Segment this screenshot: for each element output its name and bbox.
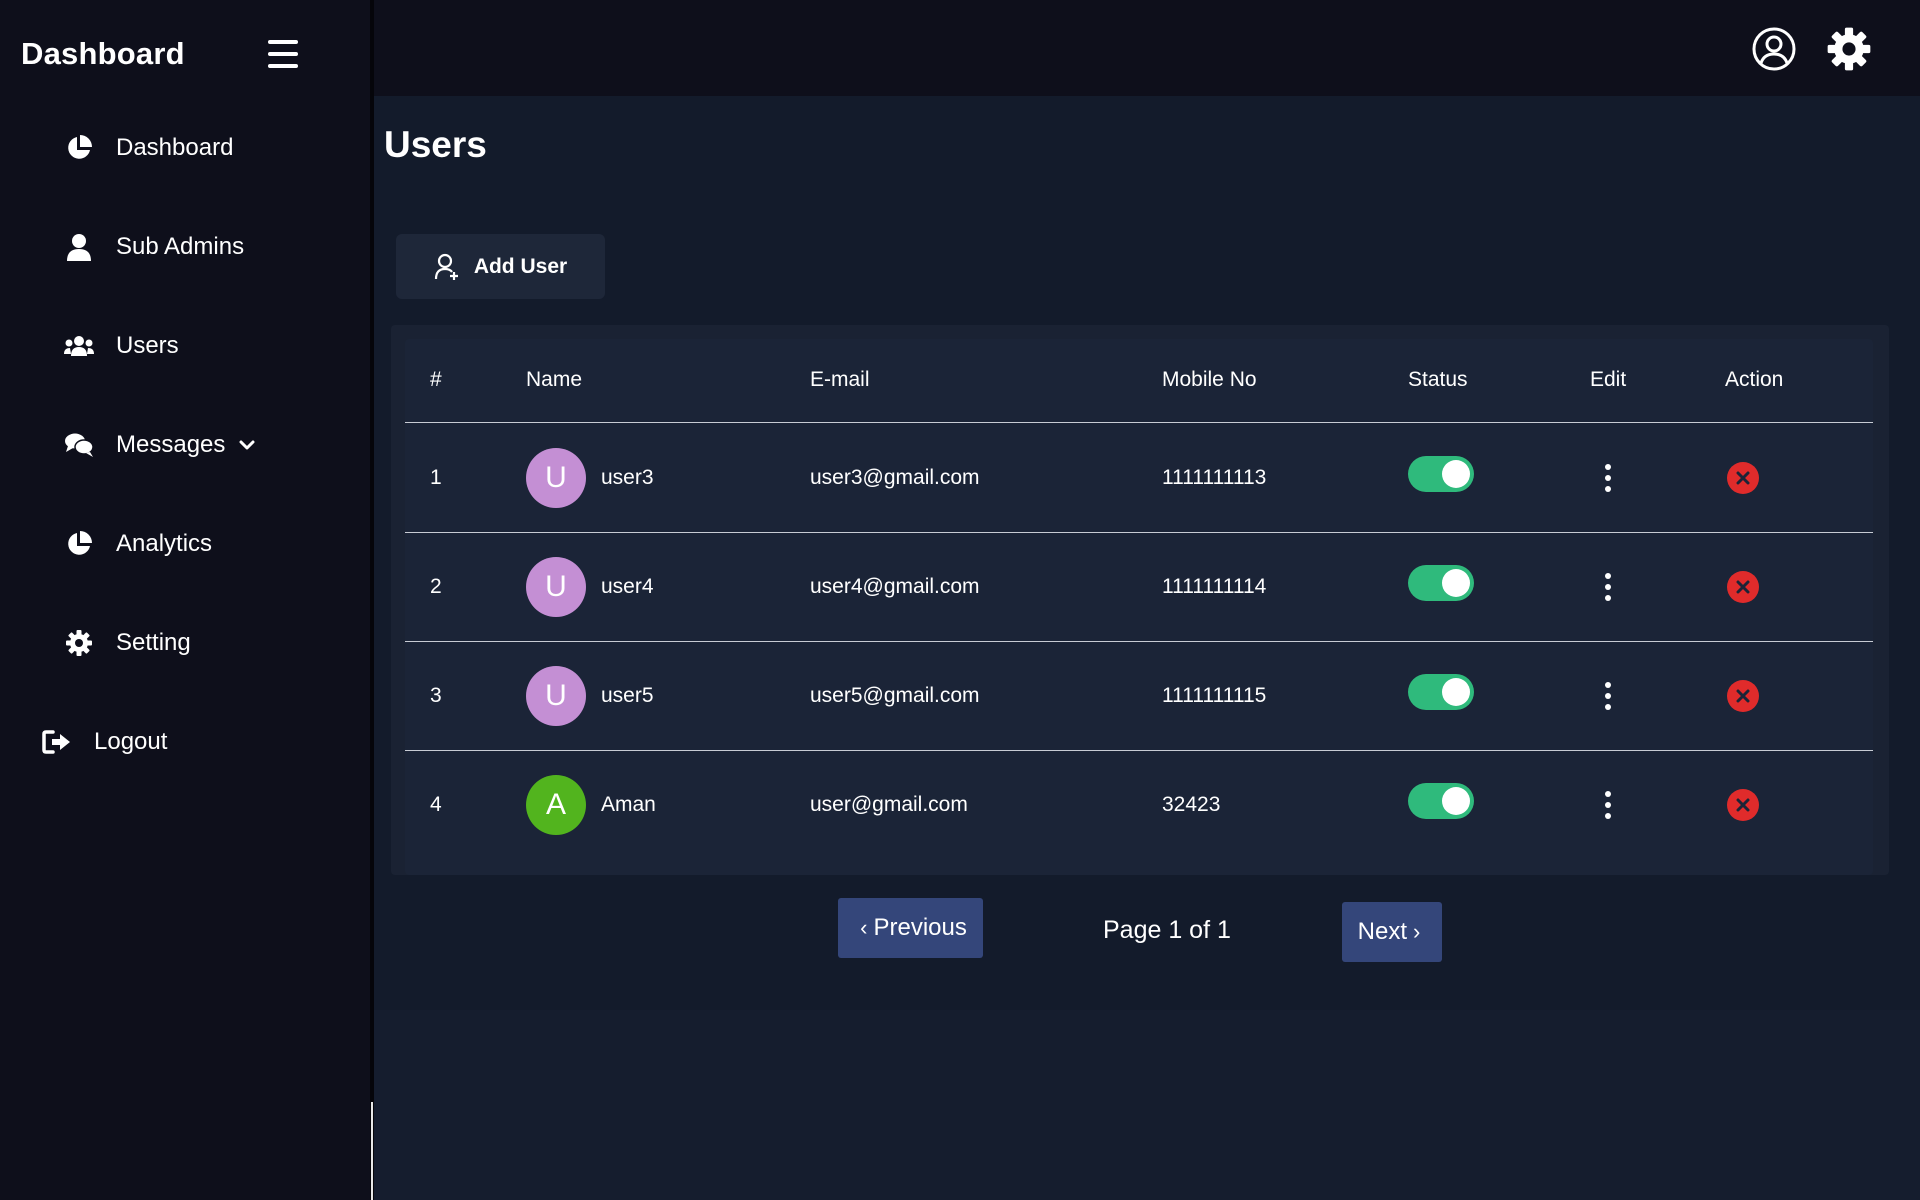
comments-icon — [64, 430, 94, 460]
user-mobile: 32423 — [1162, 793, 1221, 816]
edit-menu-icon[interactable] — [1602, 791, 1614, 819]
column-header-name: Name — [526, 368, 583, 391]
previous-label: Previous — [873, 914, 967, 941]
chevron-right-icon: › — [1413, 919, 1421, 944]
user-name: user3 — [601, 466, 654, 489]
edit-menu-icon[interactable] — [1602, 573, 1614, 601]
user-name: Aman — [601, 793, 656, 816]
user-email: user3@gmail.com — [810, 466, 980, 489]
user-email: user4@gmail.com — [810, 575, 980, 598]
column-header-action: Action — [1725, 368, 1784, 391]
sidebar-item-label: Sub Admins — [116, 233, 245, 260]
chevron-left-icon: ‹ — [860, 915, 868, 940]
page-footer-area — [374, 1010, 1920, 1200]
next-label: Next — [1357, 918, 1408, 945]
sidebar-item-messages[interactable]: Messages — [64, 425, 255, 465]
user-mobile: 1111111115 — [1162, 684, 1267, 707]
row-index: 2 — [430, 575, 442, 598]
toggle-knob — [1442, 678, 1470, 706]
sidebar-item-setting[interactable]: Setting — [64, 623, 191, 663]
user-mobile: 1111111113 — [1162, 466, 1267, 489]
sidebar-item-sub-admins[interactable]: Sub Admins — [64, 227, 244, 267]
edit-menu-icon[interactable] — [1602, 682, 1614, 710]
brand-title: Dashboard — [21, 36, 185, 71]
edit-menu-icon[interactable] — [1602, 464, 1614, 492]
previous-page-button[interactable]: ‹ Previous — [838, 898, 983, 958]
status-toggle[interactable] — [1408, 783, 1474, 819]
row-index: 1 — [430, 466, 442, 489]
row-index: 4 — [430, 793, 442, 816]
column-header-status: Status — [1408, 368, 1468, 391]
status-toggle[interactable] — [1408, 674, 1474, 710]
sidebar-item-label: Users — [116, 332, 179, 359]
add-user-button[interactable]: Add User — [396, 234, 605, 299]
column-header-index: # — [430, 368, 442, 391]
sidebar-item-label: Dashboard — [116, 134, 234, 161]
user-name: user4 — [601, 575, 654, 598]
user-mobile: 1111111114 — [1162, 575, 1267, 598]
row-divider — [405, 532, 1873, 533]
toggle-knob — [1442, 787, 1470, 815]
avatar: U — [526, 666, 586, 726]
delete-icon[interactable] — [1727, 571, 1759, 603]
row-divider — [405, 750, 1873, 751]
hamburger-menu-icon[interactable] — [268, 40, 298, 68]
sidebar-item-analytics[interactable]: Analytics — [64, 524, 212, 564]
header-divider — [405, 422, 1873, 423]
sidebar-item-label: Logout — [94, 728, 168, 755]
status-toggle[interactable] — [1408, 456, 1474, 492]
toggle-knob — [1442, 569, 1470, 597]
sidebar-divider-highlight — [371, 1102, 373, 1200]
pie-chart-icon — [64, 529, 94, 559]
row-divider — [405, 641, 1873, 642]
sidebar-item-label: Setting — [116, 629, 191, 656]
toggle-knob — [1442, 460, 1470, 488]
logout-icon — [42, 727, 72, 757]
column-header-email: E-mail — [810, 368, 870, 391]
column-header-mobile: Mobile No — [1162, 368, 1257, 391]
avatar: A — [526, 775, 586, 835]
status-toggle[interactable] — [1408, 565, 1474, 601]
avatar: U — [526, 557, 586, 617]
chevron-down-icon — [239, 437, 255, 453]
sidebar — [0, 0, 372, 1200]
sidebar-item-label: Messages — [116, 431, 226, 458]
delete-icon[interactable] — [1727, 789, 1759, 821]
delete-icon[interactable] — [1727, 680, 1759, 712]
user-icon — [64, 232, 94, 262]
user-name: user5 — [601, 684, 654, 707]
sidebar-item-logout[interactable]: Logout — [42, 722, 167, 762]
gear-icon[interactable] — [1826, 26, 1872, 72]
page-title: Users — [384, 124, 487, 165]
column-header-edit: Edit — [1590, 368, 1627, 391]
sidebar-item-users[interactable]: Users — [64, 326, 179, 366]
user-circle-icon[interactable] — [1751, 26, 1797, 72]
top-bar — [374, 0, 1920, 96]
next-page-button[interactable]: Next › — [1342, 902, 1442, 962]
add-user-label: Add User — [473, 254, 568, 278]
users-icon — [64, 331, 94, 361]
add-user-icon — [434, 253, 460, 281]
sidebar-item-label: Analytics — [116, 530, 213, 557]
avatar: U — [526, 448, 586, 508]
pie-chart-icon — [64, 133, 94, 163]
page-info: Page 1 of 1 — [1103, 916, 1231, 944]
user-email: user@gmail.com — [810, 793, 968, 816]
delete-icon[interactable] — [1727, 462, 1759, 494]
row-index: 3 — [430, 684, 442, 707]
sidebar-item-dashboard[interactable]: Dashboard — [64, 128, 233, 168]
gear-icon — [64, 628, 94, 658]
user-email: user5@gmail.com — [810, 684, 980, 707]
